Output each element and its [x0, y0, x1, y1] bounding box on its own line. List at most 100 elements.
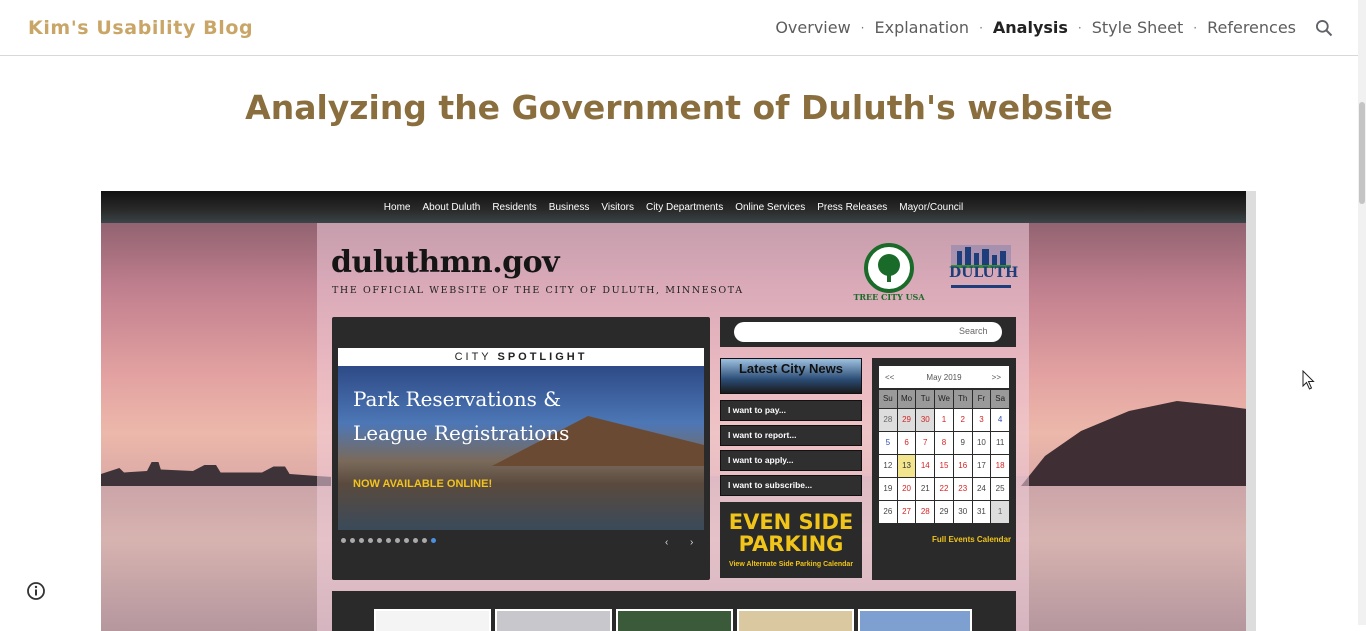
- slide-dot: [368, 538, 373, 543]
- slide-dots: [341, 538, 436, 543]
- quick-link-thumb: [495, 609, 612, 631]
- calendar-day: 30: [916, 409, 935, 431]
- calendar-day: 22: [935, 478, 953, 500]
- calendar-day: 15: [935, 455, 953, 477]
- calendar-day: 25: [991, 478, 1009, 500]
- duluth-website-screenshot: Home About Duluth Residents Business Vis…: [101, 191, 1256, 631]
- calendar-header: << May 2019 >>: [879, 366, 1009, 388]
- calendar-day-name: Tu: [916, 390, 935, 408]
- calendar-next: >>: [991, 373, 1001, 382]
- spotlight-title-line2: League Registrations: [353, 421, 570, 445]
- nav-item-analysis[interactable]: Analysis: [993, 18, 1068, 37]
- duluth-nav-residents: Residents: [492, 201, 537, 213]
- want-to-pay-link: I want to pay...: [720, 400, 862, 421]
- calendar-day: 26: [879, 501, 897, 523]
- want-to-apply-link: I want to apply...: [720, 450, 862, 471]
- calendar-day-name: Fr: [972, 390, 991, 408]
- latest-news-label: Latest City News: [738, 361, 844, 376]
- calendar-day-name: Sa: [991, 390, 1009, 408]
- calendar-day: 7: [916, 432, 935, 454]
- slide-dot: [359, 538, 364, 543]
- calendar-day: 17: [972, 455, 991, 477]
- duluth-site-name: duluthmn.gov: [331, 245, 560, 280]
- duluth-nav-visitors: Visitors: [601, 201, 634, 213]
- calendar-day: 11: [991, 432, 1009, 454]
- nav-separator: ·: [979, 20, 983, 35]
- duluth-nav-business: Business: [548, 201, 590, 213]
- calendar-grid: Su Mo Tu We Th Fr Sa 28 29 30 1 2 3 4 5 …: [879, 390, 1009, 523]
- slide-dot-active: [431, 538, 436, 543]
- quick-link-thumb: [616, 609, 733, 631]
- calendar-day: 1: [935, 409, 953, 431]
- calendar-day: 1: [991, 501, 1009, 523]
- full-events-calendar-link: Full Events Calendar: [932, 535, 1012, 544]
- parking-calendar-link: View Alternate Side Parking Calendar: [728, 561, 854, 568]
- spotlight-title-line1: Park Reservations &: [353, 387, 562, 411]
- city-spotlight-label: CITY SPOTLIGHT: [338, 348, 704, 366]
- nav-separator: ·: [1077, 20, 1082, 35]
- calendar-day: 9: [953, 432, 972, 454]
- duluth-nav-press: Press Releases: [817, 201, 888, 213]
- parking-title: EVEN SIDE PARKING: [720, 511, 862, 555]
- calendar-day: 2: [953, 409, 972, 431]
- want-to-report-link: I want to report...: [720, 425, 862, 446]
- site-title[interactable]: Kim's Usability Blog: [28, 17, 253, 39]
- spotlight-cta: NOW AVAILABLE ONLINE!: [353, 478, 493, 490]
- calendar-day: 6: [897, 432, 916, 454]
- duluth-nav-home: Home: [383, 201, 411, 213]
- spotlight-label-prefix: CITY: [454, 351, 498, 363]
- slide-dot: [422, 538, 427, 543]
- calendar-day: 28: [879, 409, 897, 431]
- nav-item-references[interactable]: References: [1207, 18, 1296, 37]
- calendar-day: 28: [916, 501, 935, 523]
- calendar-day: 14: [916, 455, 935, 477]
- calendar-day: 24: [972, 478, 991, 500]
- calendar-day-name: We: [935, 390, 953, 408]
- slide-prev-icon: ‹: [665, 537, 669, 548]
- slide-dot: [404, 538, 409, 543]
- calendar-day: 23: [953, 478, 972, 500]
- calendar-day: 29: [935, 501, 953, 523]
- top-nav-bar: Kim's Usability Blog Overview · Explanat…: [0, 0, 1358, 56]
- duluth-logo-word: DULUTH: [949, 265, 1019, 281]
- slide-dot: [350, 538, 355, 543]
- calendar-day-name: Su: [879, 390, 897, 408]
- search-icon[interactable]: [1314, 18, 1334, 38]
- nav-item-overview[interactable]: Overview: [775, 18, 850, 37]
- info-icon[interactable]: [26, 581, 46, 601]
- calendar-day: 16: [953, 455, 972, 477]
- scrollbar-track[interactable]: [1358, 0, 1366, 625]
- calendar-day: 27: [897, 501, 916, 523]
- calendar-day: 8: [935, 432, 953, 454]
- duluth-nav-about: About Duluth: [422, 201, 481, 213]
- duluth-nav-departments: City Departments: [645, 201, 724, 213]
- calendar-day-today: 13: [897, 455, 916, 477]
- nav-item-explanation[interactable]: Explanation: [874, 18, 969, 37]
- spotlight-label-bold: SPOTLIGHT: [497, 351, 588, 363]
- slide-dot: [395, 538, 400, 543]
- calendar-day: 30: [953, 501, 972, 523]
- mouse-cursor-icon: [1302, 370, 1315, 390]
- scrollbar-thumb[interactable]: [1359, 102, 1365, 204]
- calendar-day: 20: [897, 478, 916, 500]
- calendar-day: 31: [972, 501, 991, 523]
- slide-next-icon: ›: [690, 537, 694, 548]
- nav-separator: ·: [1193, 20, 1198, 35]
- want-to-subscribe-link: I want to subscribe...: [720, 475, 862, 496]
- calendar-day: 3: [972, 409, 991, 431]
- slide-dot: [413, 538, 418, 543]
- calendar-day: 18: [991, 455, 1009, 477]
- quick-link-thumb: [737, 609, 854, 631]
- slide-dot: [386, 538, 391, 543]
- nav-separator: ·: [860, 20, 865, 35]
- calendar-day: 19: [879, 478, 897, 500]
- calendar-month: May 2019: [926, 373, 962, 382]
- slide-dot: [377, 538, 382, 543]
- nav-item-style-sheet[interactable]: Style Sheet: [1092, 18, 1184, 37]
- duluth-scrollbar: [1246, 191, 1256, 631]
- calendar-day: 29: [897, 409, 916, 431]
- calendar-day: 12: [879, 455, 897, 477]
- calendar-day: 10: [972, 432, 991, 454]
- calendar-day: 5: [879, 432, 897, 454]
- quick-link-thumb: [858, 609, 972, 631]
